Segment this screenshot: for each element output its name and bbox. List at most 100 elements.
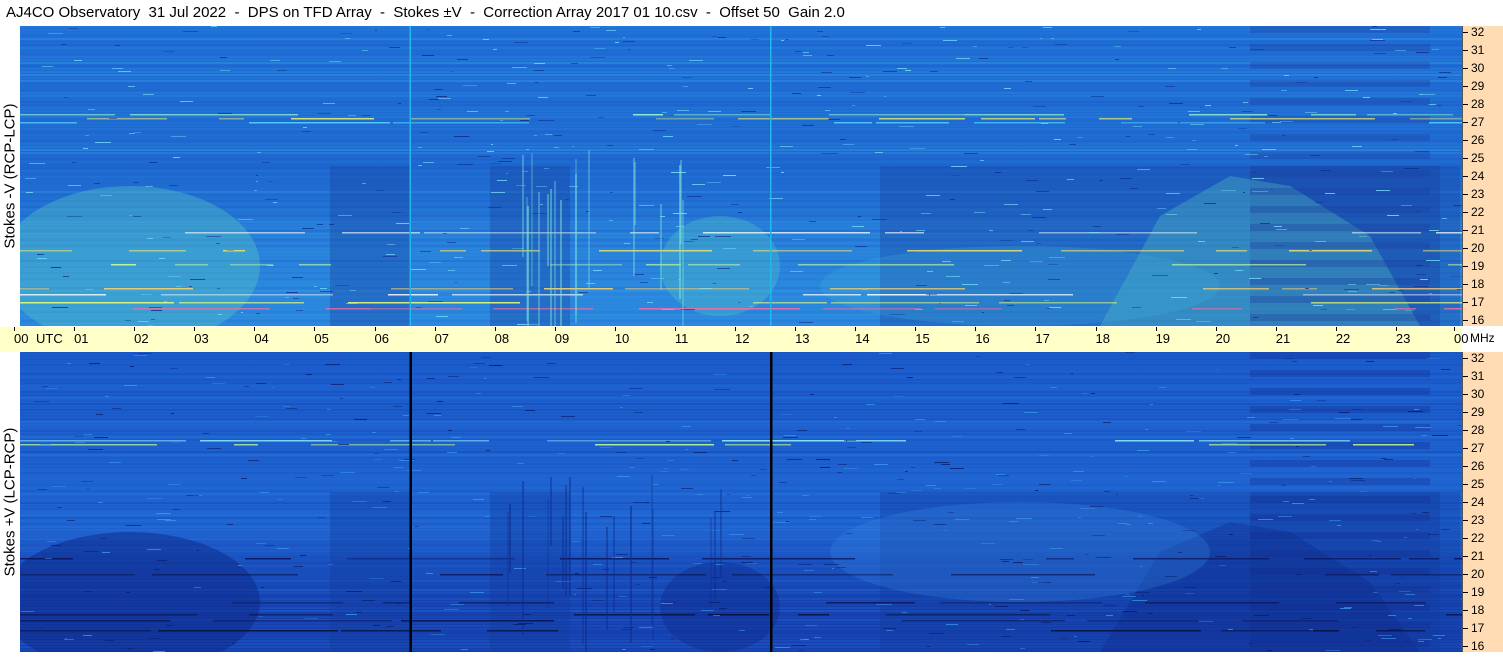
lower-panel-label: Stokes +V (LCP-RCP) bbox=[1, 427, 19, 577]
hour-tick bbox=[74, 327, 76, 331]
hour-tick bbox=[975, 327, 977, 331]
lower-freq-tick-20: 20 bbox=[1463, 567, 1484, 581]
hour-label-18: 18 bbox=[1095, 327, 1110, 346]
hour-label-22: 22 bbox=[1335, 327, 1350, 346]
lower-freq-tick-31: 31 bbox=[1463, 369, 1484, 383]
upper-freq-tick-32: 32 bbox=[1463, 25, 1484, 39]
hour-tick bbox=[314, 327, 316, 331]
hour-tick bbox=[795, 327, 797, 331]
hour-label-16: 16 bbox=[975, 327, 990, 346]
upper-freq-tick-17: 17 bbox=[1463, 295, 1484, 309]
hour-label-10: 10 bbox=[614, 327, 629, 346]
upper-freq-tick-20: 20 bbox=[1463, 241, 1484, 255]
hour-label-5: 05 bbox=[314, 327, 329, 346]
upper-freq-tick-31: 31 bbox=[1463, 43, 1484, 57]
lower-freq-tick-23: 23 bbox=[1463, 513, 1484, 527]
lower-freq-tick-32: 32 bbox=[1463, 351, 1484, 365]
upper-panel-label: Stokes -V (RCP-LCP) bbox=[1, 103, 19, 249]
hour-label-11: 11 bbox=[674, 327, 688, 346]
hour-label-15: 15 bbox=[915, 327, 930, 346]
lower-freq-tick-27: 27 bbox=[1463, 441, 1484, 455]
hour-label-21: 21 bbox=[1275, 327, 1290, 346]
lower-freq-tick-26: 26 bbox=[1463, 459, 1484, 473]
lower-freq-tick-30: 30 bbox=[1463, 387, 1484, 401]
hour-tick bbox=[14, 327, 15, 331]
lower-freq-tick-28: 28 bbox=[1463, 423, 1484, 437]
window-title: AJ4CO Observatory 31 Jul 2022 - DPS on T… bbox=[6, 4, 845, 21]
hour-tick bbox=[1095, 327, 1097, 331]
hour-tick bbox=[1155, 327, 1157, 331]
hour-tick bbox=[1275, 327, 1277, 331]
hour-label-7: 07 bbox=[434, 327, 449, 346]
lower-spectrogram-features bbox=[20, 352, 1462, 652]
hour-label-13: 13 bbox=[795, 327, 810, 346]
hour-label-8: 08 bbox=[494, 327, 509, 346]
hour-label-0: 00 bbox=[14, 327, 28, 346]
upper-freq-tick-27: 27 bbox=[1463, 115, 1484, 129]
lower-freq-tick-22: 22 bbox=[1463, 531, 1484, 545]
lower-freq-tick-19: 19 bbox=[1463, 585, 1484, 599]
lower-freq-tick-29: 29 bbox=[1463, 405, 1484, 419]
upper-freq-tick-25: 25 bbox=[1463, 151, 1484, 165]
upper-freq-tick-29: 29 bbox=[1463, 79, 1484, 93]
hour-tick bbox=[554, 327, 556, 331]
hour-label-1: 01 bbox=[74, 327, 89, 346]
hour-label-20: 20 bbox=[1215, 327, 1230, 346]
hour-tick bbox=[194, 327, 196, 331]
upper-freq-tick-18: 18 bbox=[1463, 277, 1484, 291]
upper-freq-axis: 32 31 30 29 28 27 26 25 24 23 22 21 20 19 18 17 16 bbox=[1462, 25, 1503, 327]
upper-freq-tick-24: 24 bbox=[1463, 169, 1484, 183]
hour-tick bbox=[254, 327, 256, 331]
lower-marker-line-1 bbox=[770, 352, 773, 652]
upper-freq-tick-28: 28 bbox=[1463, 97, 1484, 111]
hour-label-9: 09 bbox=[554, 327, 569, 346]
lower-freq-tick-18: 18 bbox=[1463, 603, 1484, 617]
lower-panel-ylabel: Stokes +V (LCP-RCP) bbox=[0, 352, 20, 652]
lower-freq-tick-16: 16 bbox=[1463, 639, 1484, 653]
lower-freq-tick-17: 17 bbox=[1463, 621, 1484, 635]
hour-tick bbox=[674, 327, 676, 331]
upper-freq-tick-16: 16 bbox=[1463, 313, 1484, 327]
hour-label-12: 12 bbox=[735, 327, 749, 346]
hour-tick bbox=[735, 327, 736, 331]
upper-freq-tick-23: 23 bbox=[1463, 187, 1484, 201]
lower-marker-line-0 bbox=[409, 352, 412, 652]
upper-freq-tick-26: 26 bbox=[1463, 133, 1484, 147]
hour-tick bbox=[434, 327, 436, 331]
hour-tick bbox=[1215, 327, 1217, 331]
hour-tick bbox=[1035, 327, 1037, 331]
lower-freq-tick-21: 21 bbox=[1463, 549, 1484, 563]
upper-marker-line-0 bbox=[409, 26, 411, 326]
lower-spectrogram[interactable] bbox=[20, 352, 1462, 652]
hour-tick bbox=[1395, 327, 1397, 331]
hour-label-24: 00 bbox=[1454, 327, 1468, 346]
hour-tick bbox=[855, 327, 857, 331]
hour-label-23: 23 bbox=[1395, 327, 1410, 346]
lower-freq-tick-24: 24 bbox=[1463, 495, 1484, 509]
hour-tick bbox=[134, 327, 136, 331]
upper-spectrogram[interactable] bbox=[20, 26, 1462, 326]
lower-freq-tick-25: 25 bbox=[1463, 477, 1484, 491]
lower-freq-axis: 32 31 30 29 28 27 26 25 24 23 22 21 20 19 18 17 16 bbox=[1462, 351, 1503, 653]
hour-label-17: 17 bbox=[1035, 327, 1050, 346]
time-axis: 00 01 02 03 04 05 06 07 08 09 10 11 12 13 14 15 16 17 18 19… bbox=[0, 327, 1468, 352]
hour-label-4: 04 bbox=[254, 327, 269, 346]
hour-label-19: 19 bbox=[1155, 327, 1170, 346]
hour-tick bbox=[915, 327, 917, 331]
hour-tick bbox=[374, 327, 376, 331]
hour-tick bbox=[1454, 327, 1455, 331]
hour-label-2: 02 bbox=[134, 327, 149, 346]
hour-label-14: 14 bbox=[855, 327, 870, 346]
upper-spectrogram-features bbox=[20, 26, 1462, 326]
upper-freq-tick-21: 21 bbox=[1463, 223, 1484, 237]
mhz-unit-label: MHz bbox=[1470, 331, 1495, 345]
upper-freq-tick-30: 30 bbox=[1463, 61, 1484, 75]
hour-label-6: 06 bbox=[374, 327, 389, 346]
upper-marker-line-1 bbox=[770, 26, 772, 326]
hour-tick bbox=[614, 327, 616, 331]
upper-freq-tick-19: 19 bbox=[1463, 259, 1484, 273]
upper-freq-tick-22: 22 bbox=[1463, 205, 1484, 219]
upper-panel-ylabel: Stokes -V (RCP-LCP) bbox=[0, 26, 20, 326]
utc-label: UTC bbox=[36, 331, 63, 346]
hour-label-3: 03 bbox=[194, 327, 209, 346]
